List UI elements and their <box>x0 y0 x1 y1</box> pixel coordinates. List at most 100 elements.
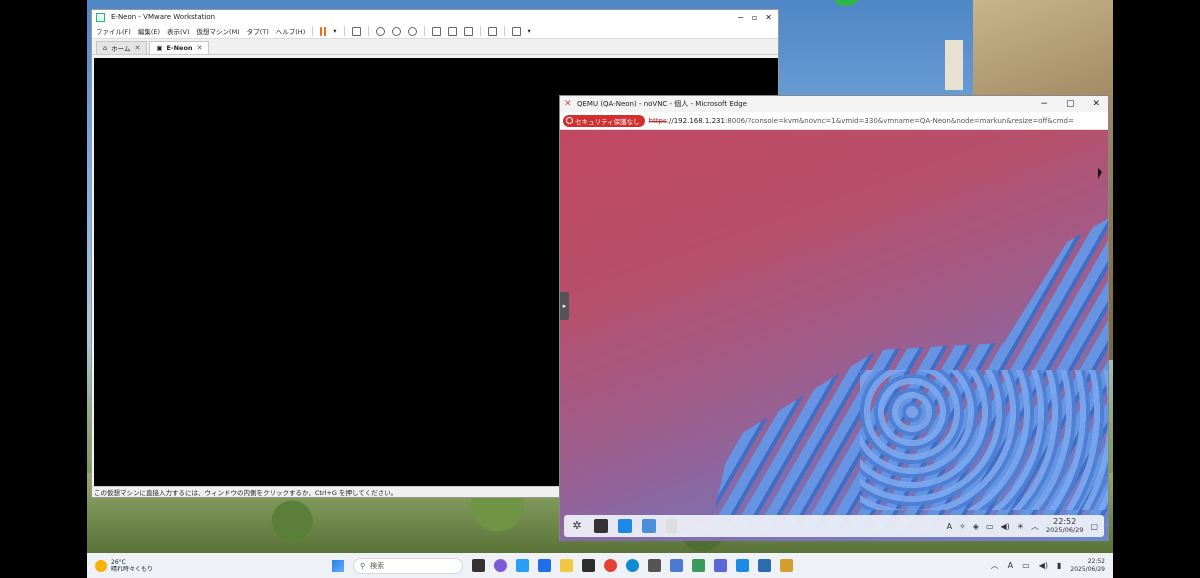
volume-icon[interactable]: ◀) <box>1001 522 1010 531</box>
toolbar-separator <box>479 26 481 36</box>
chrome-icon[interactable] <box>604 559 617 572</box>
terminal-icon[interactable] <box>582 559 595 572</box>
network-icon[interactable]: ▭ <box>1022 561 1030 570</box>
app-launcher-icon[interactable]: ✲ <box>570 519 584 533</box>
edge-titlebar[interactable]: ✕ QEMU (QA-Neon) - noVNC - 個人 - Microsof… <box>560 96 1108 112</box>
menu-help[interactable]: ヘルプ(H) <box>276 26 305 36</box>
chevron-down-icon[interactable]: ▾ <box>333 27 336 35</box>
brightness-icon[interactable]: ☀ <box>1017 522 1024 531</box>
menu-file[interactable]: ファイル(F) <box>96 26 131 36</box>
app-icon[interactable] <box>780 559 793 572</box>
warning-icon <box>566 117 573 124</box>
guest-clock[interactable]: 22:52 2025/06/29 <box>1046 517 1083 535</box>
stretch-icon[interactable] <box>511 26 521 36</box>
partly-cloudy-icon <box>95 559 107 572</box>
menu-view[interactable]: 表示(V) <box>167 26 190 36</box>
tab-e-neon-label: E-Neon <box>166 44 193 52</box>
snapshot-manager-icon[interactable] <box>407 26 417 36</box>
search-icon: ⚲ <box>360 561 366 570</box>
toolbar-separator <box>503 26 505 36</box>
maximize-button[interactable]: ▢ <box>1066 99 1075 109</box>
minimize-button[interactable]: − <box>1040 99 1048 109</box>
windows-start-icon[interactable] <box>332 559 344 572</box>
volume-icon[interactable]: ◀) <box>1039 561 1048 570</box>
url-path: :8006/?console=kvm&novnc=1&vmid=330&vmna… <box>724 116 1074 125</box>
revert-snapshot-icon[interactable] <box>391 26 401 36</box>
console-icon[interactable] <box>487 26 497 36</box>
menu-tabs[interactable]: タブ(T) <box>247 26 269 36</box>
taskbar-search[interactable]: ⚲ 検索 <box>353 557 463 574</box>
ime-indicator[interactable]: A <box>1008 561 1013 570</box>
word-icon[interactable] <box>758 559 771 572</box>
novnc-control-bar-handle[interactable]: ▸ <box>560 292 569 320</box>
tab-home[interactable]: ⌂ ホーム ✕ <box>96 41 148 54</box>
menu-edit[interactable]: 編集(E) <box>138 26 160 36</box>
thumbnail-icon[interactable] <box>447 26 457 36</box>
mouse-cursor-icon <box>1098 168 1102 179</box>
edge-window[interactable]: ✕ QEMU (QA-Neon) - noVNC - 個人 - Microsof… <box>559 95 1109 541</box>
keyboard-layout-indicator[interactable]: A <box>947 522 952 531</box>
url-host: ://192.168.1.231 <box>666 116 725 125</box>
remote-desktop-icon[interactable] <box>670 559 683 572</box>
clipboard-icon[interactable]: ✧ <box>959 522 966 531</box>
app-icon[interactable] <box>736 559 749 572</box>
app-icon[interactable] <box>648 559 661 572</box>
search-placeholder: 検索 <box>370 561 385 570</box>
snapshot-icon[interactable] <box>375 26 385 36</box>
toolbar-separator <box>312 26 314 36</box>
chevron-up-icon[interactable]: ︿ <box>991 560 999 571</box>
battery-icon[interactable]: ▮ <box>1057 561 1061 570</box>
terminal-icon[interactable] <box>594 519 608 533</box>
taskbar-time: 22:52 <box>1087 557 1105 565</box>
app-icon[interactable] <box>714 559 727 572</box>
file-explorer-icon[interactable] <box>560 559 573 572</box>
url-scheme: https <box>648 116 667 125</box>
fullscreen-icon[interactable] <box>463 26 473 36</box>
wallpaper-house <box>945 40 963 90</box>
file-manager-icon[interactable] <box>642 519 656 533</box>
vmware-titlebar[interactable]: E-Neon - VMware Workstation − ▫ ✕ <box>92 10 778 24</box>
show-desktop-icon[interactable]: ▢ <box>1090 522 1098 531</box>
home-icon: ⌂ <box>103 44 108 52</box>
document-icon[interactable] <box>666 519 677 533</box>
close-button[interactable]: ✕ <box>765 13 772 22</box>
taskbar-clock[interactable]: 22:52 2025/06/29 <box>1070 558 1105 574</box>
guest-clock-time: 22:52 <box>1053 517 1077 526</box>
green-indicator <box>834 0 858 6</box>
menu-vm[interactable]: 仮想マシン(M) <box>197 26 240 36</box>
pause-icon[interactable] <box>320 26 327 36</box>
chevron-up-icon[interactable]: ︿ <box>1031 521 1039 532</box>
vmware-app-icon <box>96 12 105 22</box>
store-icon[interactable] <box>538 559 551 572</box>
copilot-icon[interactable] <box>494 559 507 572</box>
tab-e-neon[interactable]: ▣ E-Neon ✕ <box>149 41 210 54</box>
photos-icon[interactable] <box>516 559 529 572</box>
library-icon[interactable] <box>431 26 441 36</box>
network-icon[interactable]: ◈ <box>973 522 979 531</box>
qemu-favicon-icon: ✕ <box>564 98 572 109</box>
guest-wallpaper-swirls <box>860 370 1108 510</box>
send-keys-icon[interactable] <box>351 26 361 36</box>
taskbar-date: 2025/06/29 <box>1070 565 1105 573</box>
close-icon[interactable]: ✕ <box>197 44 203 52</box>
vnc-canvas[interactable]: ▸ ✲ A ✧ ◈ ▭ ◀) ☀ ︿ 22:52 2025/06/29 ▢ <box>560 130 1108 541</box>
close-icon[interactable]: ✕ <box>134 44 140 52</box>
close-button[interactable]: ✕ <box>1092 99 1100 109</box>
security-badge[interactable]: セキュリティ保護なし <box>563 114 645 127</box>
display-icon[interactable]: ▭ <box>986 522 994 531</box>
address-bar[interactable]: セキュリティ保護なし https ://192.168.1.231 :8006/… <box>560 112 1108 130</box>
task-view-icon[interactable] <box>472 559 485 572</box>
weather-widget[interactable]: 26°C 晴れ時々くもり <box>87 559 287 573</box>
edge-icon[interactable] <box>626 559 639 572</box>
toolbar-separator <box>423 26 425 36</box>
discover-store-icon[interactable] <box>618 519 632 533</box>
guest-kde-panel: ✲ A ✧ ◈ ▭ ◀) ☀ ︿ 22:52 2025/06/29 ▢ <box>564 515 1104 537</box>
windows-taskbar: 26°C 晴れ時々くもり ⚲ 検索 ︿ A ▭ ◀) ▮ 22:52 2025/… <box>87 553 1113 578</box>
maximize-button[interactable]: ▫ <box>752 13 757 22</box>
guest-system-tray: A ✧ ◈ ▭ ◀) ☀ ︿ 22:52 2025/06/29 ▢ <box>947 517 1098 535</box>
vmware-icon[interactable] <box>692 559 705 572</box>
vmware-title: E-Neon - VMware Workstation <box>111 13 216 21</box>
toolbar-separator <box>343 26 345 36</box>
minimize-button[interactable]: − <box>737 13 744 22</box>
chevron-down-icon[interactable]: ▾ <box>528 27 531 35</box>
